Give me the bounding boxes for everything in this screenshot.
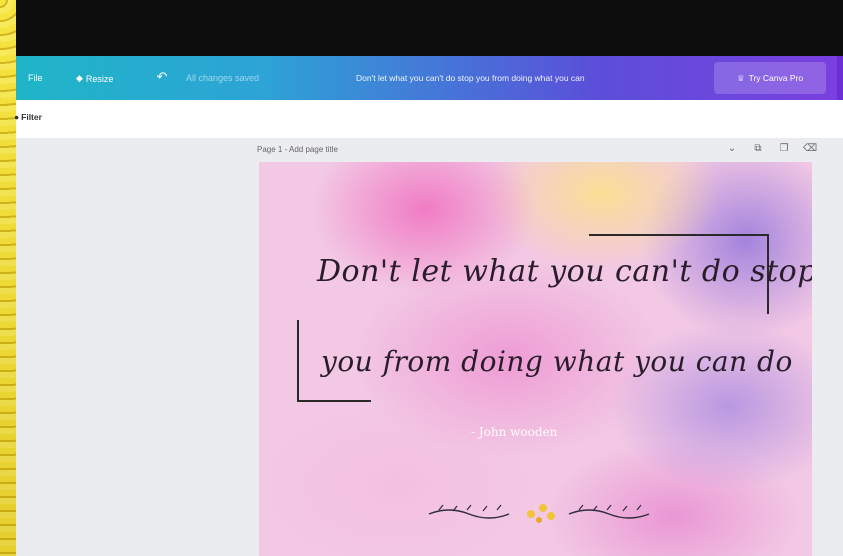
filter-label: Filter (21, 112, 42, 122)
duplicate-icon[interactable]: ⧉ (751, 143, 765, 154)
file-menu[interactable]: File (28, 73, 43, 83)
quote-author[interactable]: - John wooden (471, 425, 557, 439)
filter-button[interactable]: ● Filter (14, 112, 42, 122)
copy-icon[interactable]: ❐ (777, 143, 791, 154)
canvas-workspace: Page 1 - Add page title ⌄ ⧉ ❐ ⌫ Don't le… (16, 138, 843, 556)
toolbar-edge (837, 56, 843, 100)
crown-icon: ♕ (736, 72, 745, 83)
quote-line-1[interactable]: Don't let what you can't do stop (317, 254, 812, 289)
design-page[interactable]: Don't let what you can't do stop you fro… (259, 162, 812, 556)
undo-icon[interactable]: ↶ (154, 69, 170, 85)
diamond-icon: ◆ (76, 73, 83, 83)
page-header: Page 1 - Add page title ⌄ ⧉ ❐ ⌫ (257, 142, 817, 158)
try-pro-button[interactable]: ♕ Try Canva Pro (714, 62, 826, 94)
secondary-toolbar: ● Filter (14, 100, 843, 139)
delete-icon[interactable]: ⌫ (803, 143, 817, 154)
page-title[interactable]: Page 1 - Add page title (257, 145, 338, 154)
saved-status: All changes saved (186, 73, 260, 83)
top-black-area (16, 0, 843, 56)
filter-icon: ● (14, 112, 20, 122)
resize-label: Resize (85, 73, 114, 84)
floral-ornament-icon (428, 504, 650, 523)
quote-line-2[interactable]: you from doing what you can do (321, 345, 793, 378)
page-controls: ⌄ ⧉ ❐ ⌫ (725, 143, 817, 154)
left-decorative-strip (0, 0, 16, 556)
design-title[interactable]: Don't let what you can't do stop you fro… (356, 73, 585, 83)
chevron-down-icon[interactable]: ⌄ (725, 143, 739, 154)
try-pro-label: Try Canva Pro (748, 73, 804, 83)
top-toolbar: File ◆ Resize ↶ All changes saved Don't … (16, 56, 843, 100)
resize-button[interactable]: ◆ Resize (76, 73, 113, 84)
